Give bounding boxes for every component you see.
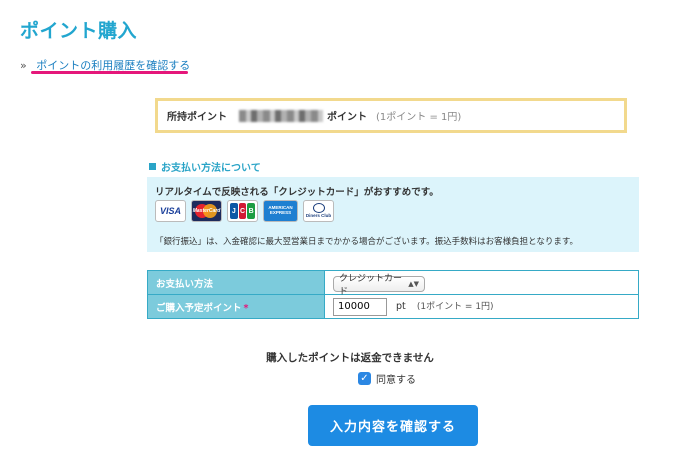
purchase-points-row: ご購入予定ポイント* pt (1ポイント = 1円) [147, 294, 639, 319]
purchase-points-input[interactable] [333, 297, 387, 316]
payment-method-row: お支払い方法 クレジットカード ▲▼ [147, 270, 639, 297]
owned-points-label: 所持ポイント [167, 112, 227, 123]
point-rate-note: (1ポイント = 1円) [376, 112, 462, 123]
payment-info-panel: リアルタイムで反映される「クレジットカード」がおすすめです。 VISA Mast… [147, 177, 639, 252]
jcb-letter-b: B [247, 203, 256, 219]
credit-card-recommendation: リアルタイムで反映される「クレジットカード」がおすすめです。 [155, 187, 439, 198]
agree-checkbox[interactable]: ✓ [358, 372, 371, 385]
payment-info-heading-text: お支払い方法について [161, 163, 261, 174]
owned-points-unit: ポイント [327, 112, 367, 123]
mastercard-logo-text: MasterCard [192, 208, 221, 214]
purchase-points-label: ご購入予定ポイント [156, 302, 242, 314]
purchase-form-table: お支払い方法 クレジットカード ▲▼ ご購入予定ポイント* pt (1ポイント … [147, 270, 639, 319]
points-unit: pt [396, 301, 406, 312]
confirm-input-button[interactable]: 入力内容を確認する [308, 405, 478, 446]
payment-method-label: お支払い方法 [147, 270, 325, 295]
visa-logo-icon: VISA [155, 200, 186, 222]
owned-points-value-blurred [239, 109, 323, 122]
purchase-points-cell: pt (1ポイント = 1円) [324, 294, 639, 319]
amex-logo-icon: AMERICAN EXPRESS [263, 200, 298, 222]
bank-transfer-note: 「銀行振込」は、入金確認に最大翌営業日までかかる場合がございます。振込手数料はお… [155, 237, 579, 247]
no-refund-notice: 購入したポイントは返金できません [266, 352, 434, 364]
required-mark: * [243, 302, 249, 314]
diners-logo-icon: Diners Club [303, 200, 334, 222]
bullet: » [20, 59, 27, 72]
select-arrows-icon: ▲▼ [408, 280, 419, 288]
payment-method-select[interactable]: クレジットカード ▲▼ [333, 274, 425, 297]
jcb-letter-j: J [230, 203, 238, 219]
jcb-letter-c: C [238, 203, 247, 219]
square-bullet-icon [149, 163, 156, 170]
payment-method-cell: クレジットカード ▲▼ [324, 270, 639, 297]
page-title: ポイント購入 [20, 20, 138, 42]
agree-label[interactable]: 同意する [376, 371, 416, 386]
payment-method-selected-value: クレジットカード [339, 274, 403, 297]
card-brand-logos: VISA MasterCard J C B AMERICAN EXPRESS D… [155, 200, 334, 222]
purchase-points-label-cell: ご購入予定ポイント * [147, 294, 325, 319]
jcb-logo-icon: J C B [227, 200, 258, 222]
agree-checkbox-row[interactable]: ✓ 同意する [358, 371, 416, 386]
highlight-underline [31, 71, 188, 74]
diners-logo-text: Diners Club [305, 213, 332, 219]
owned-points-box: 所持ポイント ポイント (1ポイント = 1円) [155, 98, 627, 133]
payment-info-heading: お支払い方法について [149, 159, 261, 174]
points-rate-note: (1ポイント = 1円) [416, 302, 494, 312]
mastercard-logo-icon: MasterCard [191, 200, 222, 222]
